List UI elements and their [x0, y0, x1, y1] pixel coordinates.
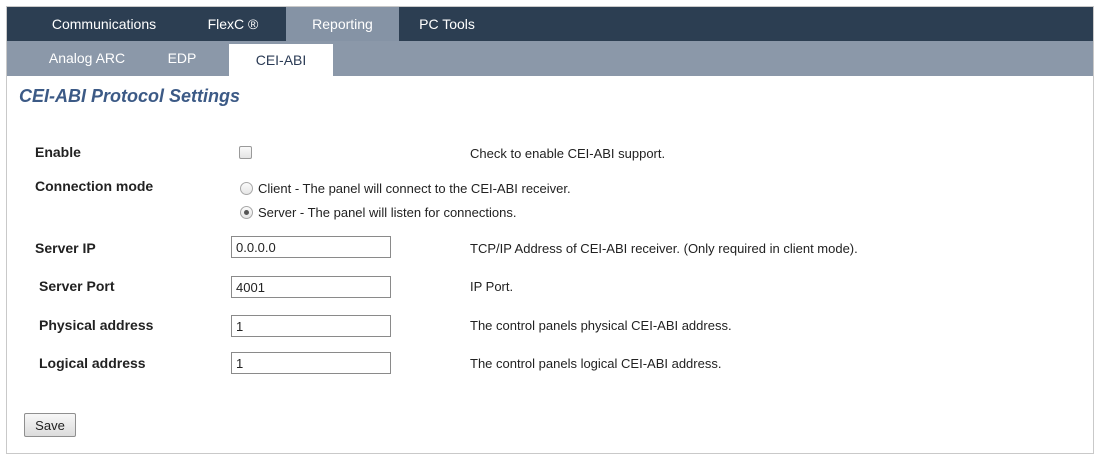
subtab-analog-arc[interactable]: Analog ARC [27, 41, 147, 76]
physical-address-description: The control panels physical CEI-ABI addr… [470, 318, 732, 333]
server-ip-description: TCP/IP Address of CEI-ABI receiver. (Onl… [470, 241, 858, 256]
physical-address-input[interactable] [231, 315, 391, 337]
server-port-input[interactable] [231, 276, 391, 298]
page-title: CEI-ABI Protocol Settings [19, 86, 241, 106]
tab-pc-tools[interactable]: PC Tools [409, 7, 485, 41]
subtab-edp[interactable]: EDP [152, 41, 212, 76]
server-port-label: Server Port [39, 278, 115, 294]
save-button[interactable]: Save [24, 413, 76, 437]
enable-description: Check to enable CEI-ABI support. [470, 146, 666, 161]
client-mode-radio[interactable] [240, 182, 253, 195]
server-port-description: IP Port. [470, 279, 514, 294]
sub-navigation: Analog ARC EDP CEI-ABI [7, 41, 1093, 76]
server-ip-input[interactable] [231, 236, 391, 258]
top-navigation: Communications FlexC ® Reporting PC Tool… [7, 7, 1093, 41]
server-mode-text: Server - The panel will listen for conne… [258, 205, 517, 220]
tab-communications[interactable]: Communications [30, 7, 178, 41]
settings-frame: Communications FlexC ® Reporting PC Tool… [6, 6, 1094, 454]
subtab-cei-abi[interactable]: CEI-ABI [229, 44, 333, 76]
connection-mode-label: Connection mode [35, 178, 154, 194]
enable-checkbox[interactable] [239, 146, 252, 159]
enable-label: Enable [35, 144, 81, 160]
logical-address-label: Logical address [39, 355, 146, 371]
tab-flexc[interactable]: FlexC ® [190, 7, 276, 41]
logical-address-description: The control panels logical CEI-ABI addre… [470, 356, 722, 371]
server-mode-radio[interactable] [240, 206, 253, 219]
tab-reporting[interactable]: Reporting [286, 7, 399, 41]
physical-address-label: Physical address [39, 317, 154, 333]
client-mode-text: Client - The panel will connect to the C… [258, 181, 571, 196]
server-ip-label: Server IP [35, 240, 96, 256]
logical-address-input[interactable] [231, 352, 391, 374]
